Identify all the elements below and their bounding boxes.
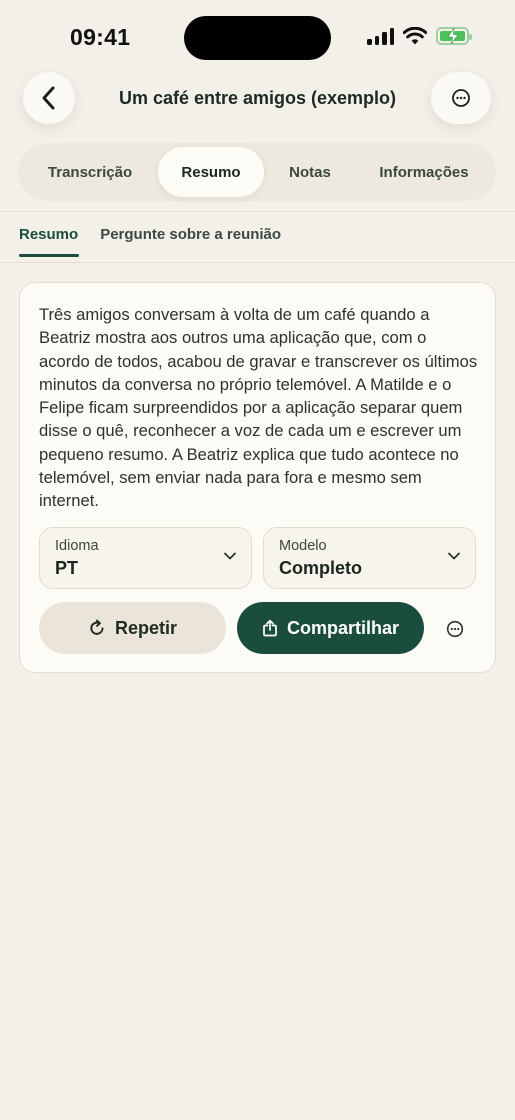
chevron-down-icon [448,552,460,560]
model-select-value: Completo [279,558,362,578]
cellular-signal-icon [367,27,394,45]
tab-transcricao[interactable]: Transcrição [22,147,158,197]
ellipsis-circle-icon [452,89,470,107]
repeat-button-label: Repetir [114,617,177,638]
more-options-button[interactable] [431,72,491,124]
header: Um café entre amigos (exemplo) [0,72,515,126]
summary-card: Três amigos conversam à volta de um café… [19,282,496,673]
status-icons [367,27,472,45]
wifi-icon [403,27,427,45]
subtab-resumo[interactable]: Resumo [19,226,80,257]
status-time: 09:41 [70,24,131,50]
divider [0,211,515,212]
status-bar: 09:41 [0,0,515,76]
chevron-down-icon [224,552,236,560]
language-select-value: PT [55,558,79,578]
share-button[interactable]: Compartilhar [237,602,424,654]
model-select-label: Modelo [279,538,327,554]
sub-tabs: Resumo Pergunte sobre a reunião [19,226,281,257]
battery-charging-icon [436,27,472,45]
language-select[interactable]: Idioma PT [39,527,252,589]
language-select-label: Idioma [55,538,99,554]
tab-resumo[interactable]: Resumo [158,147,264,197]
repeat-button[interactable]: Repetir [39,602,226,654]
divider [0,262,515,263]
tab-informacoes[interactable]: Informações [356,147,492,197]
summary-text: Três amigos conversam à volta de um café… [39,305,478,511]
tab-notas[interactable]: Notas [264,147,356,197]
subtab-pergunte[interactable]: Pergunte sobre a reunião [100,226,281,257]
refresh-icon [90,619,104,635]
ellipsis-circle-icon [446,620,464,638]
dynamic-island [184,16,331,60]
share-button-label: Compartilhar [286,617,400,638]
main-tabs: Transcrição Resumo Notas Informações [18,143,496,201]
card-more-button[interactable] [444,618,466,640]
model-select[interactable]: Modelo Completo [263,527,476,589]
share-icon [263,619,277,637]
